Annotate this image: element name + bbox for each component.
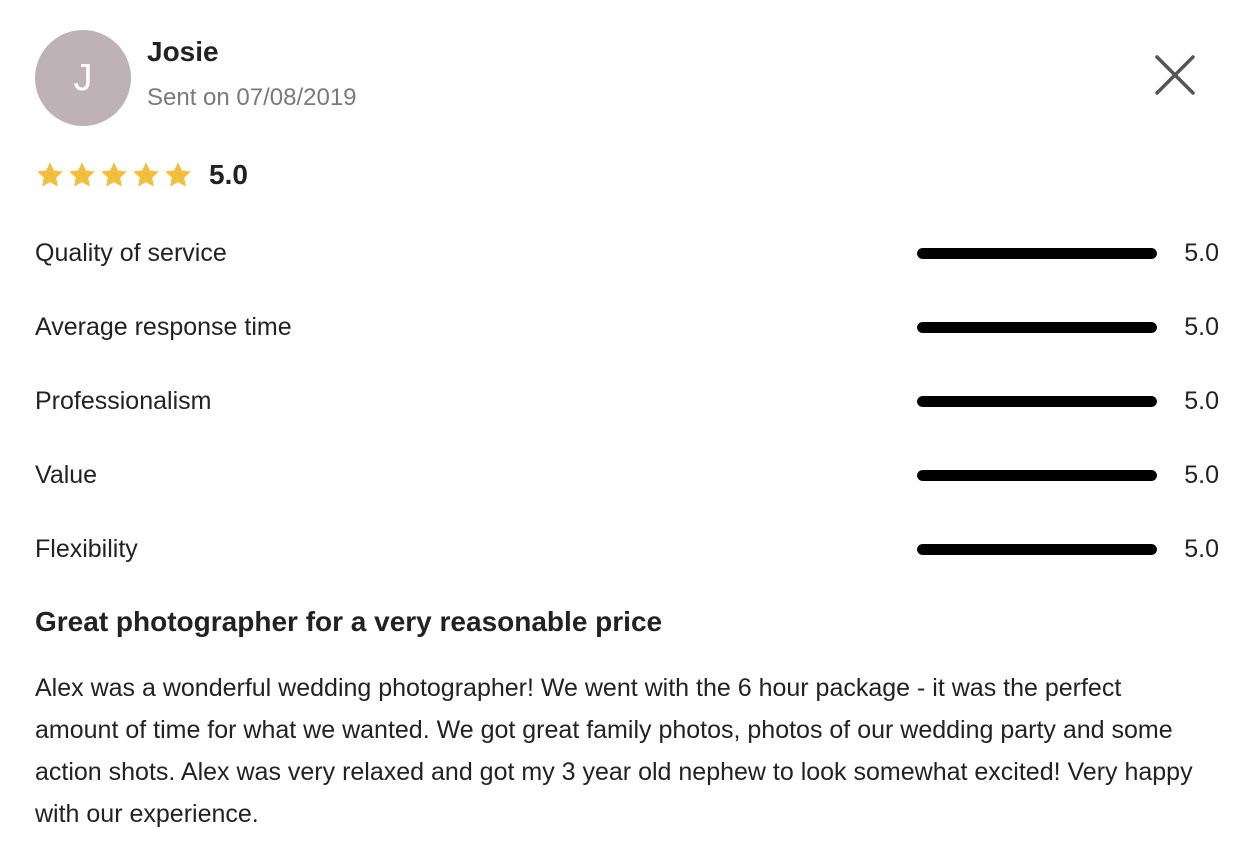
rating-bar-fill <box>917 395 1157 407</box>
close-button[interactable] <box>1150 50 1200 100</box>
rating-row-value: Value 5.0 <box>35 455 1219 495</box>
rating-value: 5.0 <box>1184 386 1219 415</box>
rating-label: Quality of service <box>35 238 227 267</box>
rating-bar <box>917 321 1157 333</box>
star-icon <box>69 162 95 187</box>
rating-bar <box>917 469 1157 481</box>
star-icon <box>133 162 159 187</box>
star-icon <box>165 162 191 187</box>
rating-bar-fill <box>917 469 1157 481</box>
star-icon <box>101 162 127 187</box>
rating-value: 5.0 <box>1184 238 1219 267</box>
rating-row-average-response-time: Average response time 5.0 <box>35 307 1219 347</box>
review-body: Alex was a wonderful wedding photographe… <box>35 674 1193 828</box>
rating-bar-fill <box>917 543 1157 555</box>
rating-label: Professionalism <box>35 386 212 415</box>
rating-bar-fill <box>917 321 1157 333</box>
close-icon <box>1155 55 1195 95</box>
rating-label: Flexibility <box>35 534 138 563</box>
rating-row-quality-of-service: Quality of service 5.0 <box>35 233 1219 273</box>
rating-value: 5.0 <box>1184 460 1219 489</box>
star-rating <box>35 160 193 190</box>
rating-bar <box>917 395 1157 407</box>
rating-bar <box>917 543 1157 555</box>
overall-rating: 5.0 <box>35 156 248 194</box>
review-title: Great photographer for a very reasonable… <box>35 606 663 637</box>
star-icon <box>37 162 63 187</box>
rating-label: Value <box>35 460 98 489</box>
rating-value: 5.0 <box>1184 534 1219 563</box>
rating-row-flexibility: Flexibility 5.0 <box>35 529 1219 569</box>
rating-bar-fill <box>917 247 1157 259</box>
reviewer-name: Josie <box>147 36 219 67</box>
rating-value: 5.0 <box>1184 312 1219 341</box>
rating-label: Average response time <box>35 312 292 341</box>
rating-row-professionalism: Professionalism 5.0 <box>35 381 1219 421</box>
avatar: J <box>35 30 131 126</box>
overall-rating-value: 5.0 <box>209 159 248 190</box>
rating-bar <box>917 247 1157 259</box>
sent-date: Sent on 07/08/2019 <box>147 84 357 111</box>
